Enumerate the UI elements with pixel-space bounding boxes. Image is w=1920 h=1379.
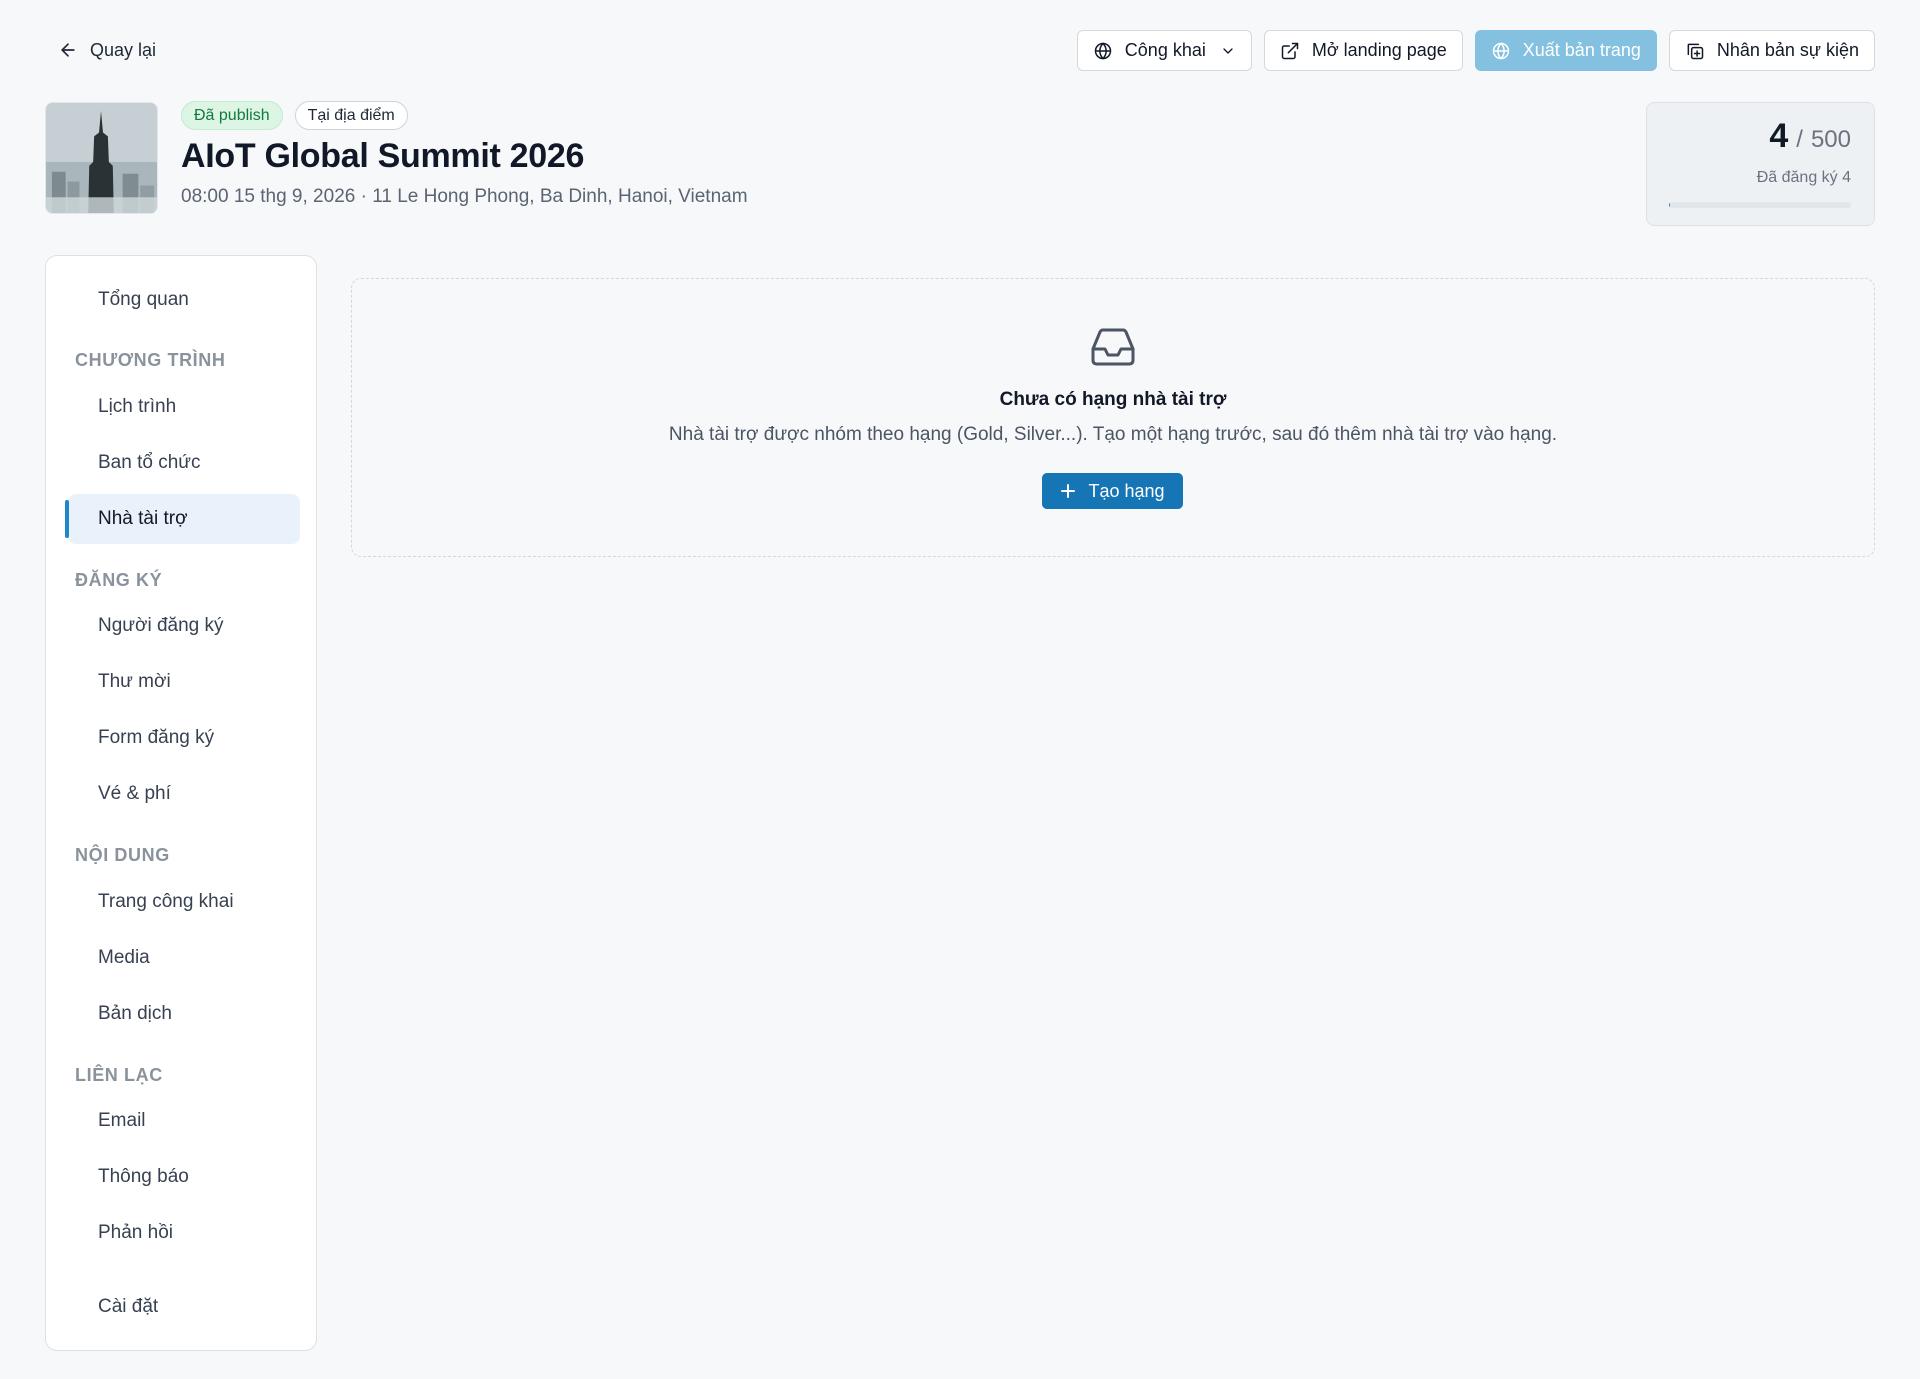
create-tier-label: Tạo hạng — [1088, 480, 1165, 501]
sidebar-item-label: Bản dịch — [98, 1003, 172, 1024]
sidebar-item-email[interactable]: Email — [68, 1096, 300, 1146]
event-header: Đã publish Tại địa điểm AIoT Global Summ… — [45, 100, 1875, 230]
sidebar-item-public-page[interactable]: Trang công khai — [68, 877, 300, 927]
sponsor-tiers-empty-state: Chưa có hạng nhà tài trợ Nhà tài trợ đượ… — [351, 278, 1875, 557]
event-thumbnail — [45, 102, 158, 214]
duplicate-event-button[interactable]: Nhân bản sự kiện — [1668, 30, 1875, 71]
plus-icon — [1061, 484, 1076, 498]
empty-state-title: Chưa có hạng nhà tài trợ — [999, 389, 1227, 410]
registration-progress-fill — [1669, 202, 1671, 208]
sidebar-item-label: Người đăng ký — [98, 615, 224, 636]
sidebar-item-label: Media — [98, 947, 150, 968]
sidebar-item-label: Lịch trình — [98, 396, 177, 417]
copy-plus-icon — [1687, 43, 1704, 59]
sidebar-item-label: Cài đặt — [98, 1296, 159, 1317]
sidebar-item-label: Tổng quan — [98, 289, 189, 310]
sidebar-item-translations[interactable]: Bản dịch — [68, 989, 300, 1039]
sidebar-item-label: Email — [98, 1110, 146, 1131]
back-button[interactable]: Quay lại — [58, 34, 156, 66]
empty-state-description: Nhà tài trợ được nhóm theo hạng (Gold, S… — [668, 424, 1558, 445]
visibility-dropdown[interactable]: Công khai — [1076, 30, 1252, 71]
header-actions: Công khai Mở landing page Xuất bản trang… — [1076, 30, 1875, 71]
sidebar-item-registration-form[interactable]: Form đăng ký — [68, 713, 300, 763]
publish-page-button[interactable]: Xuất bản trang — [1474, 30, 1657, 71]
event-meta: 08:00 15 thg 9, 2026 · 11 Le Hong Phong,… — [181, 186, 748, 207]
duplicate-event-label: Nhân bản sự kiện — [1716, 40, 1859, 60]
sidebar-nav: Tổng quan CHƯƠNG TRÌNH Lịch trình Ban tổ… — [45, 255, 317, 1351]
registered-count: 4 — [1769, 117, 1789, 155]
sidebar-section-contact: LIÊN LẠC — [75, 1065, 163, 1085]
external-link-icon — [1281, 42, 1299, 59]
sidebar-item-label: Thư mời — [98, 671, 171, 692]
top-bar: Quay lại Công khai Mở landing page Xuất … — [0, 0, 1920, 100]
open-landing-label: Mở landing page — [1311, 40, 1447, 60]
sidebar-item-schedule[interactable]: Lịch trình — [68, 382, 300, 432]
publish-page-label: Xuất bản trang — [1522, 40, 1641, 60]
registration-count: 4 / 500 — [1769, 117, 1851, 156]
sidebar-section-content: NỘI DUNG — [75, 845, 170, 865]
sidebar-item-tickets[interactable]: Vé & phí — [68, 769, 300, 819]
status-badge: Đã publish — [181, 101, 283, 130]
sidebar-item-invitations[interactable]: Thư mời — [68, 657, 300, 707]
registration-summary-card: 4 / 500 Đã đăng ký 4 — [1646, 102, 1875, 226]
sidebar-section-program: CHƯƠNG TRÌNH — [75, 350, 226, 370]
sidebar-item-organizers[interactable]: Ban tổ chức — [68, 438, 300, 488]
inbox-icon — [1091, 328, 1135, 366]
chevron-down-icon — [1223, 47, 1233, 54]
sidebar-item-label: Nhà tài trợ — [98, 508, 188, 529]
globe-icon — [1492, 41, 1510, 60]
sidebar-item-settings[interactable]: Cài đặt — [68, 1282, 300, 1332]
capacity-count: 500 — [1810, 126, 1851, 153]
event-type-badge: Tại địa điểm — [294, 101, 408, 130]
sidebar-item-media[interactable]: Media — [68, 933, 300, 983]
registration-progress-bar — [1669, 202, 1851, 208]
sidebar-item-label: Ban tổ chức — [98, 452, 201, 473]
visibility-label: Công khai — [1124, 40, 1206, 60]
sidebar-item-feedback[interactable]: Phản hồi — [68, 1208, 300, 1258]
globe-icon — [1094, 41, 1112, 60]
sidebar-item-label: Thông báo — [98, 1166, 189, 1187]
create-tier-button[interactable]: Tạo hạng — [1042, 473, 1183, 509]
page-title: AIoT Global Summit 2026 — [181, 137, 585, 175]
arrow-left-icon — [61, 43, 75, 57]
sidebar-item-registrants[interactable]: Người đăng ký — [68, 601, 300, 651]
open-landing-button[interactable]: Mở landing page — [1263, 30, 1463, 71]
back-label: Quay lại — [90, 39, 157, 60]
event-badges: Đã publish Tại địa điểm — [181, 101, 408, 130]
registered-label: Đã đăng ký 4 — [1756, 169, 1851, 186]
sidebar-item-label: Vé & phí — [98, 783, 171, 804]
sidebar-item-label: Phản hồi — [98, 1222, 174, 1243]
sidebar-section-registration: ĐĂNG KÝ — [75, 570, 163, 590]
sidebar-item-notifications[interactable]: Thông báo — [68, 1152, 300, 1202]
count-separator: / — [1796, 126, 1803, 153]
sidebar-item-label: Trang công khai — [98, 891, 234, 912]
sidebar-item-overview[interactable]: Tổng quan — [68, 275, 300, 325]
sidebar-item-sponsors[interactable]: Nhà tài trợ — [65, 494, 300, 544]
sidebar-item-label: Form đăng ký — [98, 727, 215, 748]
